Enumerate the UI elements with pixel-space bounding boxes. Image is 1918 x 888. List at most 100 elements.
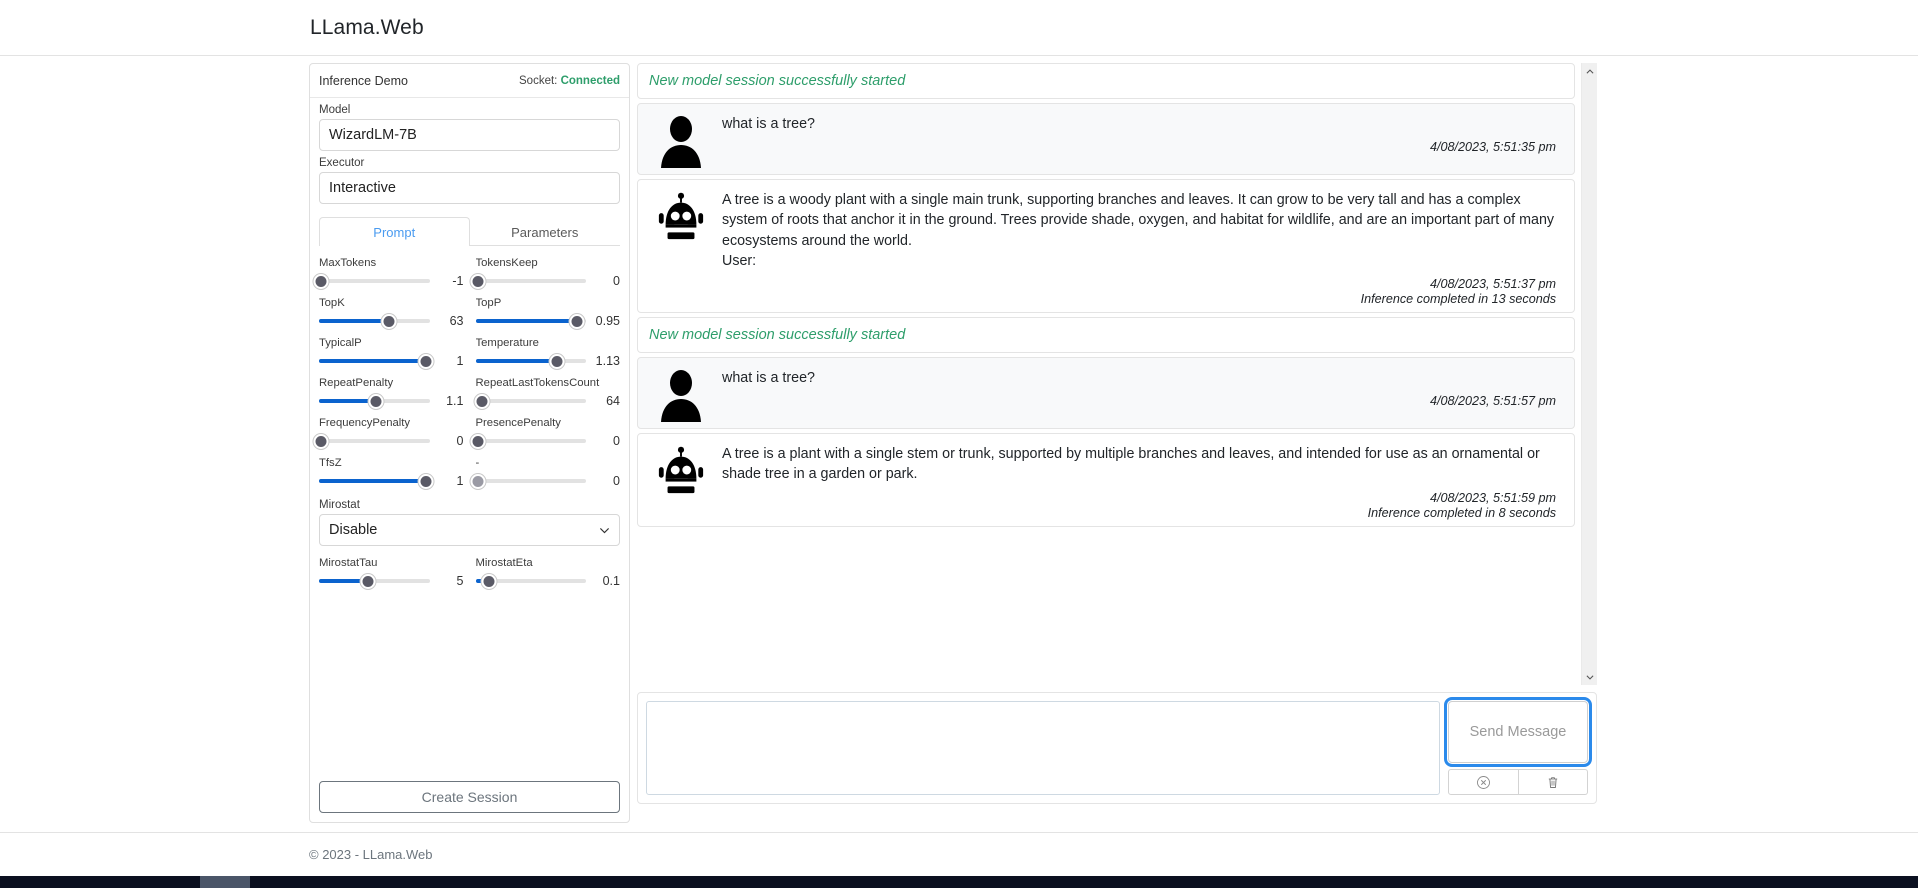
settings-panel-header: Inference Demo Socket: Connected	[310, 64, 629, 98]
executor-label: Executor	[319, 157, 365, 169]
slider-row: 0.95	[475, 312, 620, 330]
executor-input[interactable]	[319, 172, 620, 204]
slider-row: 0	[470, 272, 620, 290]
message-timestamp: 4/08/2023, 5:51:37 pm	[1429, 277, 1556, 292]
slider-value: 0.1	[602, 574, 620, 588]
slider-track	[475, 399, 586, 403]
slider-thumb[interactable]	[368, 393, 384, 409]
settings-panel-title: Inference Demo	[319, 73, 408, 88]
taskbar-active-window[interactable]	[200, 876, 250, 888]
slider-row: 1.13	[475, 352, 620, 370]
robot-avatar-icon	[658, 446, 704, 494]
slider-thumb[interactable]	[569, 313, 585, 329]
mirostat-sliders: MirostatTau 5 MirostatEta 0.1	[310, 546, 629, 590]
slider-label: RepeatLastTokensCount	[475, 377, 600, 389]
slider-control[interactable]	[313, 272, 430, 290]
slider-label: PresencePenalty	[475, 417, 561, 429]
mirostat-label: Mirostat	[319, 499, 360, 511]
message-text: A tree is a woody plant with a single ma…	[722, 192, 1555, 269]
slider-thumb[interactable]	[313, 273, 329, 289]
composer-actions: Send Message	[1444, 697, 1592, 795]
slider-row: -1	[313, 272, 464, 290]
chevron-down-icon	[599, 527, 610, 533]
user-message: what is a tree? 4/08/2023, 5:51:35 pm	[637, 103, 1575, 175]
slider-row: 63	[319, 312, 464, 330]
slider-control[interactable]	[475, 352, 586, 370]
circle-x-icon	[1476, 775, 1490, 789]
socket-status-value: Connected	[560, 74, 620, 87]
parameter-slider-1: TokensKeep 0	[470, 252, 620, 290]
slider-value: 1	[456, 354, 464, 368]
slider-control[interactable]	[319, 472, 434, 490]
slider-control[interactable]	[313, 432, 430, 450]
send-message-button[interactable]: Send Message	[1444, 697, 1592, 767]
slider-label: MirostatEta	[475, 557, 533, 569]
chat-scrollbar[interactable]	[1581, 63, 1597, 685]
slider-thumb[interactable]	[474, 393, 490, 409]
settings-panel: Inference Demo Socket: Connected Model E…	[309, 63, 630, 823]
slider-thumb[interactable]	[470, 473, 486, 489]
app-header: LLama.Web	[0, 0, 1918, 56]
cancel-inference-button[interactable]	[1448, 769, 1519, 795]
tab-parameters[interactable]: Parameters	[470, 217, 621, 246]
slider-control[interactable]	[475, 312, 586, 330]
slider-control[interactable]	[470, 432, 586, 450]
tab-prompt[interactable]: Prompt	[319, 217, 470, 246]
create-session-wrap: Create Session	[310, 781, 629, 822]
slider-control[interactable]	[319, 392, 430, 410]
scroll-down-arrow-icon[interactable]	[1582, 668, 1598, 685]
mirostat-select[interactable]: Disable	[319, 514, 620, 546]
model-input[interactable]	[319, 119, 620, 151]
slider-value: 0	[613, 474, 620, 488]
parameter-slider-8: FrequencyPenalty 0	[313, 412, 464, 450]
slider-label: TopP	[475, 297, 502, 309]
slider-value: 0	[456, 434, 464, 448]
message-timestamp: 4/08/2023, 5:51:57 pm	[1429, 394, 1556, 409]
mirostat-slider-0: MirostatTau 5	[319, 552, 464, 590]
slider-control[interactable]	[474, 392, 586, 410]
robot-avatar-icon	[658, 192, 704, 240]
brand-title[interactable]: LLama.Web	[310, 16, 424, 40]
parameter-slider-9: PresencePenalty 0	[470, 412, 620, 450]
slider-thumb[interactable]	[418, 353, 434, 369]
scroll-up-arrow-icon[interactable]	[1582, 63, 1598, 80]
slider-row: 1	[319, 352, 464, 370]
chat-message-list: New model session successfully started wh…	[637, 63, 1581, 685]
slider-thumb[interactable]	[381, 313, 397, 329]
slider-thumb[interactable]	[470, 273, 486, 289]
slider-control[interactable]	[475, 572, 586, 590]
slider-thumb[interactable]	[470, 433, 486, 449]
slider-label: TopK	[319, 297, 345, 309]
slider-track	[319, 279, 430, 283]
app-footer: © 2023 - LLama.Web	[0, 832, 1918, 876]
slider-row: 0	[470, 432, 620, 450]
slider-value: 0	[613, 434, 620, 448]
parameter-slider-11: -0	[470, 452, 620, 490]
slider-label: TokensKeep	[475, 257, 538, 269]
slider-control[interactable]	[319, 312, 430, 330]
slider-label: FrequencyPenalty	[319, 417, 411, 429]
slider-label: -	[475, 457, 480, 469]
slider-thumb[interactable]	[549, 353, 565, 369]
slider-label: Temperature	[475, 337, 539, 349]
assistant-message: A tree is a woody plant with a single ma…	[637, 179, 1575, 314]
clear-history-button[interactable]	[1518, 769, 1588, 795]
slider-control[interactable]	[319, 572, 430, 590]
slider-value: 0.95	[595, 314, 620, 328]
message-input[interactable]	[646, 701, 1440, 795]
parameter-sliders: MaxTokens -1 TokensKeep 0 TopK 63 TopP 0.95 Typi…	[310, 246, 629, 490]
slider-control[interactable]	[470, 472, 586, 490]
slider-thumb[interactable]	[481, 573, 497, 589]
slider-value: -1	[452, 274, 464, 288]
create-session-button[interactable]: Create Session	[319, 781, 620, 813]
slider-row: 5	[319, 572, 464, 590]
slider-thumb[interactable]	[360, 573, 376, 589]
slider-label: MaxTokens	[319, 257, 377, 269]
mirostat-field: Mirostat Disable	[310, 490, 629, 546]
assistant-message: A tree is a plant with a single stem or …	[637, 433, 1575, 527]
slider-thumb[interactable]	[313, 433, 329, 449]
parameter-slider-3: TopP 0.95	[475, 292, 620, 330]
slider-control[interactable]	[470, 272, 586, 290]
slider-control[interactable]	[319, 352, 434, 370]
slider-thumb[interactable]	[418, 473, 434, 489]
